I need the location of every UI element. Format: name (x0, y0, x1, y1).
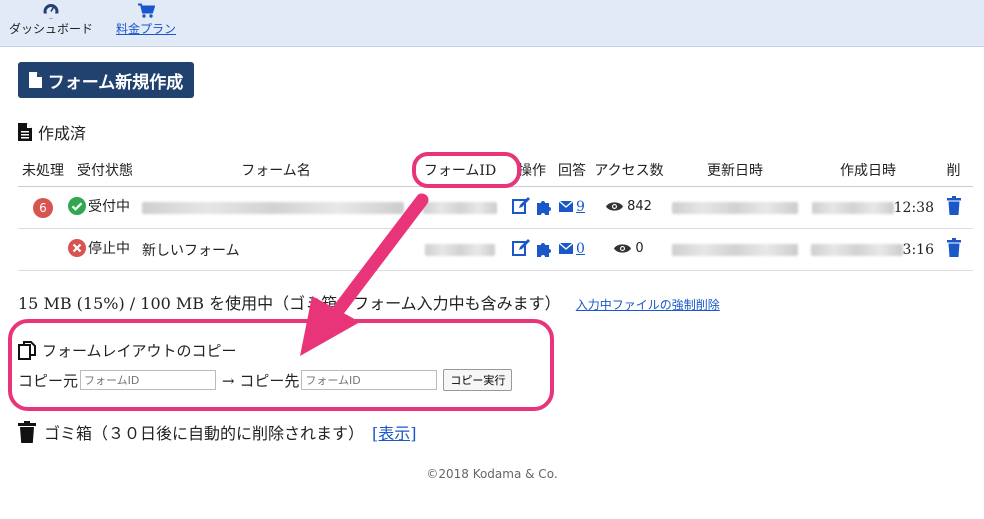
unprocessed-badge: 6 (33, 197, 53, 218)
x-circle-icon (68, 239, 86, 257)
status-accepting: 受付中 (68, 196, 130, 216)
status-label: 停止中 (88, 241, 130, 257)
nav-pricing-plan-label: 料金プラン (115, 22, 176, 36)
nav-dashboard[interactable]: ダッシュボード (6, 2, 96, 37)
col-views: アクセス数 (590, 154, 668, 187)
col-updated: 更新日時 (668, 154, 802, 187)
updated-redacted (672, 243, 798, 256)
col-unprocessed: 未処理 (18, 154, 68, 187)
section-title: 作成済 (38, 124, 87, 143)
nav-pricing-plan[interactable]: 料金プラン (110, 2, 182, 37)
nav-dashboard-label: ダッシュボード (8, 22, 93, 36)
puzzle-icon[interactable] (535, 239, 553, 257)
views-count: 842 (627, 199, 652, 214)
section-created: 作成済 (18, 120, 86, 144)
form-id-redacted (425, 243, 495, 256)
document-icon (18, 123, 32, 141)
check-circle-icon (68, 197, 86, 215)
trash-icon (18, 421, 36, 443)
footer-copyright: ©2018 Kodama & Co. (426, 467, 558, 481)
trash-section: ゴミ箱（３０日後に自動的に削除されます） [表示] (18, 420, 417, 444)
col-answers: 回答 (554, 154, 590, 187)
created-time: 12:38 (893, 199, 934, 216)
col-created: 作成日時 (802, 154, 934, 187)
trash-show-link[interactable]: [表示] (372, 420, 417, 444)
dashboard-gauge-icon (42, 4, 60, 19)
form-id-redacted (423, 201, 497, 214)
created-date-redacted (810, 243, 903, 256)
form-name[interactable]: 新しいフォーム (142, 243, 240, 259)
row-actions (511, 239, 553, 257)
create-form-label: フォーム新規作成 (47, 72, 184, 93)
answers-link[interactable]: 0 (559, 241, 585, 257)
views: 0 (614, 241, 644, 256)
answers-link[interactable]: 9 (559, 199, 585, 215)
trash-icon[interactable] (946, 238, 961, 257)
purge-link[interactable]: 入力中ファイルの強制削除 (576, 298, 720, 312)
col-status: 受付状態 (68, 154, 142, 187)
cart-icon (138, 3, 155, 18)
file-icon (28, 72, 42, 88)
status-stopped: 停止中 (68, 238, 130, 258)
created-time: 3:16 (902, 241, 934, 258)
edit-icon[interactable] (511, 197, 530, 215)
annotation-highlight-form-id (412, 152, 521, 188)
trash-text: ゴミ箱（３０日後に自動的に削除されます） (44, 424, 365, 443)
form-name-redacted[interactable] (142, 201, 404, 214)
status-label: 受付中 (88, 199, 130, 215)
table-row: 停止中 新しいフォーム 0 0 3:16 (18, 228, 973, 271)
storage-usage-text: 15 MB (15%) / 100 MB を使用中（ゴミ箱、フォーム入力中も含み… (18, 294, 561, 313)
answers-count: 0 (576, 240, 585, 257)
annotation-highlight-copy-section (8, 319, 554, 411)
created-date-redacted (811, 201, 894, 214)
col-form-name: フォーム名 (142, 154, 410, 187)
col-delete: 削 (934, 154, 973, 187)
storage-usage: 15 MB (15%) / 100 MB を使用中（ゴミ箱、フォーム入力中も含み… (18, 290, 720, 314)
eye-icon (606, 202, 624, 211)
views-count: 0 (635, 241, 644, 256)
puzzle-icon[interactable] (535, 197, 553, 215)
answers-count: 9 (576, 198, 585, 215)
table-row: 6 受付中 9 842 12:38 (18, 186, 973, 229)
top-nav: ダッシュボード 料金プラン (0, 0, 984, 47)
envelope-icon (559, 201, 574, 213)
eye-icon (614, 244, 632, 253)
envelope-icon (559, 243, 574, 255)
trash-icon[interactable] (946, 196, 961, 215)
views: 842 (606, 199, 652, 214)
edit-icon[interactable] (511, 239, 530, 257)
updated-redacted (672, 201, 798, 214)
row-actions (511, 197, 553, 215)
create-form-button[interactable]: フォーム新規作成 (18, 62, 194, 98)
